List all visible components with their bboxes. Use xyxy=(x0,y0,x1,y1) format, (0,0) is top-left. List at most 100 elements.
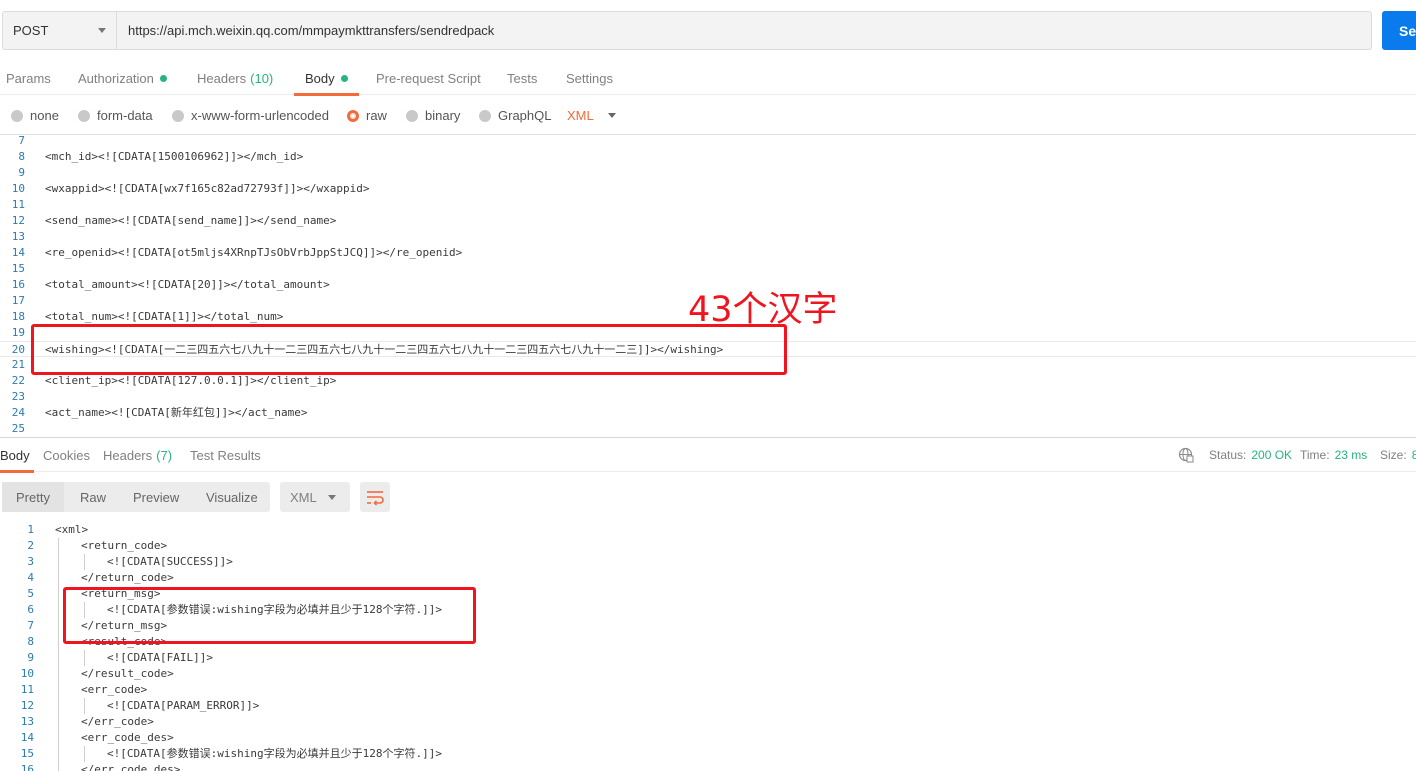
line-number: 12 xyxy=(11,214,25,227)
line-number: 13 xyxy=(20,715,34,728)
url-input[interactable]: https://api.mch.weixin.qq.com/mmpaymkttr… xyxy=(116,11,1372,50)
line-number: 22 xyxy=(11,374,25,387)
line-number: 13 xyxy=(11,230,25,243)
tab-test-results[interactable]: Test Results xyxy=(190,438,261,472)
line-number: 17 xyxy=(11,294,25,307)
response-line: 15 <![CDATA[参数错误:wishing字段为必填并且少于128个字符.]… xyxy=(0,746,1416,762)
response-view-tabs: Pretty Raw Preview Visualize xyxy=(2,482,270,512)
response-line: 4 </return_code> xyxy=(0,570,1416,586)
line-code: <wxappid><![CDATA[wx7f165c82ad72793f]]><… xyxy=(45,182,370,195)
response-format-select[interactable]: XML xyxy=(280,482,350,512)
radio-circle-icon xyxy=(172,109,184,122)
editor-line: 7 xyxy=(0,136,1416,149)
line-code: <act_name><![CDATA[新年红包]]></act_name> xyxy=(45,406,308,419)
chevron-down-icon xyxy=(607,113,616,118)
radio-selected-icon xyxy=(347,109,359,122)
radio-form-data[interactable]: form-data xyxy=(78,96,153,135)
line-code: <return_code> xyxy=(81,539,168,552)
line-number: 2 xyxy=(27,539,34,552)
globe-icon[interactable] xyxy=(1178,447,1194,463)
line-number: 16 xyxy=(20,763,34,771)
time-readout: Time: 23 ms xyxy=(1300,448,1368,462)
editor-line: 12 <send_name><![CDATA[send_name]]></send… xyxy=(0,213,1416,229)
line-number: 5 xyxy=(27,587,34,600)
line-number: 16 xyxy=(11,278,25,291)
line-code: <![CDATA[SUCCESS]]> xyxy=(107,555,233,568)
line-code: </err_code_des> xyxy=(81,763,181,771)
line-number: 25 xyxy=(11,422,25,435)
view-preview[interactable]: Preview xyxy=(133,482,179,512)
response-line: 16 </err_code_des> xyxy=(0,762,1416,771)
line-number: 14 xyxy=(11,246,25,259)
line-number: 1 xyxy=(27,523,34,536)
annotation-label: 43个汉字 xyxy=(688,290,838,330)
line-code: <client_ip><![CDATA[127.0.0.1]]></client… xyxy=(45,374,337,387)
editor-line: 10 <wxappid><![CDATA[wx7f165c82ad72793f]]… xyxy=(0,181,1416,197)
response-body-viewer[interactable]: 1 <xml> 2 <return_code> 3 <![CDATA[SUCCESS]]>… xyxy=(0,522,1416,771)
body-type-row: none form-data x-www-form-urlencoded raw… xyxy=(0,96,1416,135)
line-code: <total_amount><![CDATA[20]]></total_amou… xyxy=(45,278,330,291)
editor-line: 22 <client_ip><![CDATA[127.0.0.1]]></clie… xyxy=(0,373,1416,389)
indent-guide xyxy=(58,538,59,771)
status-dot xyxy=(159,75,167,82)
tab-response-body[interactable]: Body xyxy=(0,438,34,473)
radio-binary[interactable]: binary xyxy=(406,96,460,135)
tab-pre-request-script[interactable]: Pre-request Script xyxy=(376,62,481,95)
status-readout: Status: 200 OK xyxy=(1209,448,1293,462)
tab-cookies[interactable]: Cookies xyxy=(43,438,90,472)
line-code: </result_code> xyxy=(81,667,174,680)
radio-x-www-form-urlencoded[interactable]: x-www-form-urlencoded xyxy=(172,96,329,135)
view-visualize[interactable]: Visualize xyxy=(206,482,258,512)
line-number: 9 xyxy=(27,651,34,664)
line-code: <total_num><![CDATA[1]]></total_num> xyxy=(45,310,284,323)
response-line: 10 </result_code> xyxy=(0,666,1416,682)
tab-settings[interactable]: Settings xyxy=(566,62,613,95)
view-raw[interactable]: Raw xyxy=(80,482,106,512)
line-code: <err_code_des> xyxy=(81,731,174,744)
line-number: 20 xyxy=(11,343,25,356)
line-number: 7 xyxy=(18,136,25,147)
response-line: 14 <err_code_des> xyxy=(0,730,1416,746)
tab-response-headers[interactable]: Headers (7) xyxy=(103,438,172,472)
chevron-down-icon xyxy=(328,495,336,500)
wrap-lines-button[interactable] xyxy=(360,482,390,512)
radio-none[interactable]: none xyxy=(11,96,59,135)
method-select[interactable]: POST xyxy=(2,11,116,50)
editor-line: 23 xyxy=(0,389,1416,405)
line-code: <err_code> xyxy=(81,683,148,696)
line-number: 14 xyxy=(20,731,34,744)
tab-params[interactable]: Params xyxy=(6,62,51,95)
line-number: 10 xyxy=(20,667,34,680)
tab-headers[interactable]: Headers (10) xyxy=(197,62,273,95)
indent-guide xyxy=(84,698,85,714)
size-readout: Size: 8 xyxy=(1380,448,1416,462)
line-number: 24 xyxy=(11,406,25,419)
line-code: <mch_id><![CDATA[1500106962]]></mch_id> xyxy=(45,150,304,163)
wrap-lines-icon xyxy=(367,491,384,506)
line-code: <xml> xyxy=(55,523,89,536)
indent-guide xyxy=(84,650,85,666)
response-line: 9 <![CDATA[FAIL]]> xyxy=(0,650,1416,666)
response-line: 2 <return_code> xyxy=(0,538,1416,554)
response-line: 13 </err_code> xyxy=(0,714,1416,730)
tab-tests[interactable]: Tests xyxy=(507,62,537,95)
view-pretty[interactable]: Pretty xyxy=(2,482,64,512)
line-number: 19 xyxy=(11,326,25,339)
line-code: <![CDATA[PARAM_ERROR]]> xyxy=(107,699,260,712)
line-number: 21 xyxy=(11,358,25,371)
body-format-select[interactable]: XML xyxy=(567,96,616,135)
tab-authorization[interactable]: Authorization xyxy=(78,62,167,95)
send-button[interactable]: Se xyxy=(1382,11,1416,50)
tab-body[interactable]: Body xyxy=(294,62,359,96)
url-bar: POST https://api.mch.weixin.qq.com/mmpay… xyxy=(0,0,1416,62)
editor-line: 13 xyxy=(0,229,1416,245)
line-number: 8 xyxy=(18,150,25,163)
response-tabs: Body Cookies Headers (7) Test Results Sta… xyxy=(0,438,1416,473)
radio-raw[interactable]: raw xyxy=(347,96,387,135)
request-tabs: Params Authorization Headers (10) Body Pr… xyxy=(0,62,1416,96)
radio-graphql[interactable]: GraphQL xyxy=(479,96,551,135)
line-code: </err_code> xyxy=(81,715,154,728)
line-number: 15 xyxy=(20,747,34,760)
line-code: <send_name><![CDATA[send_name]]></send_n… xyxy=(45,214,337,227)
line-code: <re_openid><![CDATA[ot5mljs4XRnpTJsObVrb… xyxy=(45,246,463,259)
